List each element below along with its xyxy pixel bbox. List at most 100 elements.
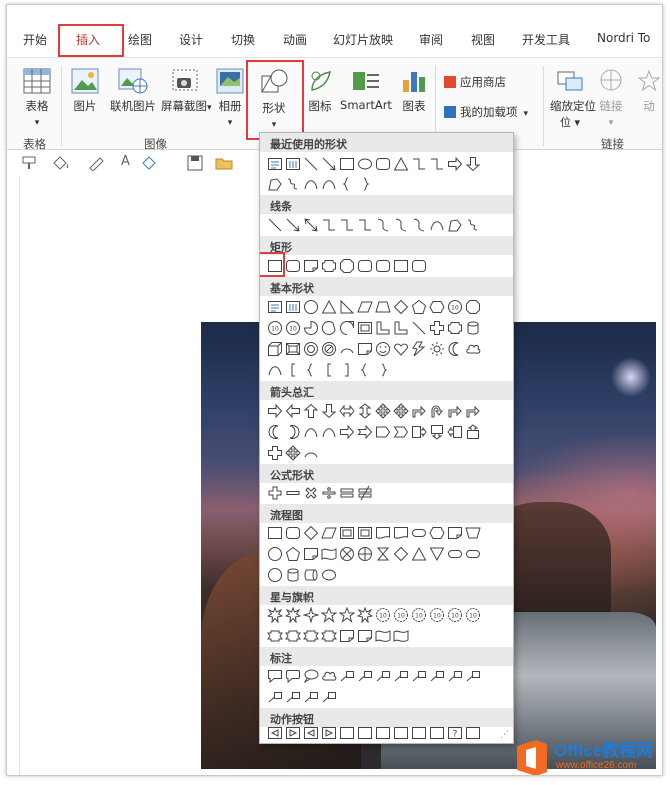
heart-shape[interactable]: [393, 341, 409, 357]
line-callout-1-no-border-shape[interactable]: [447, 668, 463, 684]
resize-grip-icon[interactable]: ⋰: [500, 730, 509, 740]
flowchart-sort-shape[interactable]: [393, 546, 409, 562]
icons-button[interactable]: 图标: [305, 68, 335, 114]
round-diagonal-rectangle-shape[interactable]: [411, 258, 427, 274]
folded-corner-shape[interactable]: [357, 341, 373, 357]
curved-right-arrow-shape[interactable]: [267, 424, 283, 440]
line-callout-2-border-accent-shape[interactable]: [303, 689, 319, 705]
line-shape[interactable]: [267, 217, 283, 233]
left-brace-shape[interactable]: [357, 362, 373, 378]
flowchart-predefined-process-shape[interactable]: [339, 525, 355, 541]
my-addins-button[interactable]: 我的加载项 ▾: [444, 104, 528, 120]
curved-ribbon-down-shape[interactable]: [321, 628, 337, 644]
flowchart-collate-shape[interactable]: [375, 546, 391, 562]
round-same-side-rectangle-shape[interactable]: [393, 258, 409, 274]
notched-right-arrow-shape[interactable]: [357, 424, 373, 440]
curved-down-arrow-shape[interactable]: [321, 424, 337, 440]
flowchart-direct-access-storage-shape[interactable]: [303, 567, 319, 583]
snip-round-rectangle-shape[interactable]: [357, 258, 373, 274]
bevel-shape[interactable]: [285, 341, 301, 357]
flowchart-terminator-shape[interactable]: [411, 525, 427, 541]
scribble-shape[interactable]: [285, 176, 301, 192]
tab-draw[interactable]: 绘图: [128, 31, 152, 48]
tab-animations[interactable]: 动画: [283, 31, 307, 48]
equal-shape[interactable]: [339, 485, 355, 501]
right-bracket-shape[interactable]: [339, 362, 355, 378]
fill-color-icon[interactable]: [51, 155, 71, 171]
plaque-shape[interactable]: [447, 320, 463, 336]
curve-shape[interactable]: [321, 176, 337, 192]
smiley-face-shape[interactable]: [375, 341, 391, 357]
rounded-rectangle-shape[interactable]: [375, 156, 391, 172]
shape-effects-icon[interactable]: [141, 155, 161, 171]
arrow-line-shape[interactable]: [321, 156, 337, 172]
sun-shape[interactable]: [429, 341, 445, 357]
tab-nordri[interactable]: Nordri To: [597, 31, 650, 45]
bent-up-arrow-shape[interactable]: [465, 403, 481, 419]
flowchart-connector-shape[interactable]: [267, 546, 283, 562]
line-callout-3-accent-bar-shape[interactable]: [429, 668, 445, 684]
star-5-point-shape[interactable]: [321, 607, 337, 623]
chart-button[interactable]: 图表: [397, 68, 431, 114]
star-10-point-shape[interactable]: [393, 607, 409, 623]
not-equal-shape[interactable]: [357, 485, 373, 501]
flowchart-delay-shape[interactable]: [465, 546, 481, 562]
plus-shape[interactable]: [267, 485, 283, 501]
tab-home[interactable]: 开始: [23, 31, 47, 48]
rectangular-callout-shape[interactable]: [267, 668, 283, 684]
explosion-1-shape[interactable]: [267, 607, 283, 623]
right-brace-shape[interactable]: [375, 362, 391, 378]
smartart-button[interactable]: SmartArt: [339, 68, 393, 112]
star-24-point-shape[interactable]: [447, 607, 463, 623]
action-end-button-shape[interactable]: [321, 725, 337, 741]
round-corner-rectangle-shape[interactable]: [375, 258, 391, 274]
teardrop-shape[interactable]: [339, 320, 355, 336]
ribbon-up-shape[interactable]: [267, 628, 283, 644]
font-color-icon[interactable]: A: [121, 154, 130, 169]
right-arrow-callout-shape[interactable]: [411, 424, 427, 440]
flowchart-decision-shape[interactable]: [303, 525, 319, 541]
rectangle-shape[interactable]: [339, 156, 355, 172]
tab-slideshow[interactable]: 幻灯片放映: [333, 31, 393, 48]
format-painter-icon[interactable]: [21, 155, 39, 171]
flowchart-sequential-access-storage-shape[interactable]: [267, 567, 283, 583]
table-button[interactable]: 表格 ▾: [21, 68, 53, 128]
oval-callout-shape[interactable]: [303, 668, 319, 684]
triangle-shape[interactable]: [393, 156, 409, 172]
star-4-point-shape[interactable]: [303, 607, 319, 623]
chevron-shape[interactable]: [393, 424, 409, 440]
wave-shape[interactable]: [375, 628, 391, 644]
tab-view[interactable]: 视图: [471, 31, 495, 48]
diagonal-stripe-shape[interactable]: [411, 320, 427, 336]
action-information-button-shape[interactable]: [357, 725, 373, 741]
vertical-textbox-shape[interactable]: [285, 156, 301, 172]
diamond-shape[interactable]: [393, 299, 409, 315]
album-button[interactable]: 相册 ▾: [213, 68, 247, 128]
donut-shape[interactable]: [303, 341, 319, 357]
trapezoid-shape[interactable]: [375, 299, 391, 315]
elbow-connector-shape[interactable]: [411, 156, 427, 172]
down-arrow-shape[interactable]: [321, 403, 337, 419]
cloud-callout-shape[interactable]: [321, 668, 337, 684]
star-16-point-shape[interactable]: [429, 607, 445, 623]
flowchart-manual-input-shape[interactable]: [447, 525, 463, 541]
curved-up-arrow-shape[interactable]: [303, 424, 319, 440]
elbow-double-arrow-connector-shape[interactable]: [357, 217, 373, 233]
hexagon-shape[interactable]: [429, 299, 445, 315]
flowchart-punched-tape-shape[interactable]: [321, 546, 337, 562]
star-12-point-shape[interactable]: [411, 607, 427, 623]
freeform-shape[interactable]: [267, 176, 283, 192]
tab-developer[interactable]: 开发工具: [522, 31, 570, 48]
action-forward-button-shape[interactable]: [285, 725, 301, 741]
snip-diagonal-rectangle-shape[interactable]: [339, 258, 355, 274]
pentagon-arrow-shape[interactable]: [375, 424, 391, 440]
flowchart-offpage-connector-shape[interactable]: [285, 546, 301, 562]
flowchart-merge-shape[interactable]: [429, 546, 445, 562]
half-frame-shape[interactable]: [375, 320, 391, 336]
left-brace-shape[interactable]: [339, 176, 355, 192]
line-callout-2-shape[interactable]: [357, 668, 373, 684]
pentagon-shape[interactable]: [411, 299, 427, 315]
online-picture-button[interactable]: 联机图片: [107, 68, 159, 114]
octagon-shape[interactable]: [465, 299, 481, 315]
double-bracket-shape[interactable]: [285, 362, 301, 378]
